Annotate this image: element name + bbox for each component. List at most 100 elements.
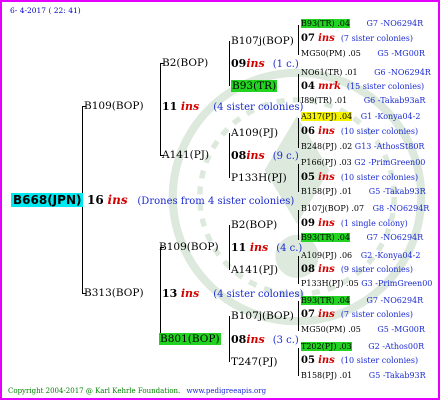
gen3-detail: 05 ins (10 sister colonies) <box>301 172 418 183</box>
gen4-name: B93(TR) .04 <box>301 233 350 242</box>
connector <box>229 41 230 86</box>
footer: Copyright 2004-2017 @ Karl Kehrle Founda… <box>8 387 266 395</box>
gen4-ref: G7 -NO6294R <box>366 233 424 242</box>
connector <box>229 316 230 362</box>
gen4-entry[interactable]: B107j(BOP) .07 G8 -NO6294R <box>301 204 429 213</box>
detail-ins: ins <box>318 264 335 275</box>
gen4-name: MG50(PM) .05 <box>301 49 361 58</box>
gen2-node[interactable]: B2(BOP) <box>162 57 208 69</box>
gen4-entry[interactable]: B158(PJ) .01 G5 -Takab93R <box>301 187 426 196</box>
gen2-info: 08ins (9 c.) <box>231 149 299 162</box>
gen4-ref: G5 -MG00R <box>377 325 425 334</box>
gen1-node[interactable]: B313(BOP) <box>84 287 144 299</box>
connector <box>160 247 161 339</box>
gen4-ref: G7 -NO6294R <box>366 296 424 305</box>
gen3-node[interactable]: B107j(BOP) <box>231 310 294 322</box>
gen2-num: 11 <box>231 241 247 254</box>
detail-note: (1 single colony) <box>340 219 408 228</box>
detail-num: 05 <box>301 355 315 366</box>
gen1-num: 13 <box>162 287 178 300</box>
gen4-name: P166(PJ) .03 <box>301 158 352 167</box>
gen2-note: (3 c.) <box>272 335 299 346</box>
gen4-entry[interactable]: T202(PJ) .03 G2 -Athos00R <box>301 342 424 351</box>
gen3-detail: 05 ins (10 sister colonies) <box>301 355 418 366</box>
detail-num: 07 <box>301 309 315 320</box>
gen3-note: (1 c.) <box>272 59 299 70</box>
gen3-node[interactable]: A141(PJ) <box>231 264 278 276</box>
gen4-name: B158(PJ) .01 <box>301 371 353 380</box>
gen4-name: B158(PJ) .01 <box>301 187 353 196</box>
gen4-ref: G5 -Takab93R <box>368 187 426 196</box>
gen4-name: B93(TR) .04 <box>301 296 350 305</box>
gen4-ref: G5 -Takab93R <box>368 371 426 380</box>
detail-num: 04 <box>301 81 315 92</box>
gen2-node[interactable]: B109(BOP) <box>159 241 219 253</box>
gen4-ref: G3 -PrimGreen00 <box>361 279 433 288</box>
gen3-node[interactable]: P133H(PJ) <box>231 172 287 184</box>
gen4-entry[interactable]: B158(PJ) .01 G5 -Takab93R <box>301 371 426 380</box>
gen3-detail: 08 ins (9 sister colonies) <box>301 264 413 275</box>
gen3-node[interactable]: B93(TR) <box>231 80 278 92</box>
gen3-num: 09 <box>231 57 247 70</box>
gen2-info: 11 ins (4 c.) <box>231 241 302 254</box>
detail-note: (7 sister colonies) <box>340 310 413 319</box>
gen4-entry[interactable]: A317(PJ) .04 G1 -Konya04-2 <box>301 112 420 121</box>
gen2-ins: ins <box>246 333 265 346</box>
connector <box>229 225 230 270</box>
gen1-info: 11 ins (4 sister colonies) <box>162 100 303 113</box>
gen4-name: NO61(TR) .01 <box>301 68 358 77</box>
root-queen[interactable]: B668(JPN) <box>11 193 84 207</box>
gen3-node[interactable]: B2(BOP) <box>231 219 277 231</box>
gen2-note: (4 c.) <box>276 243 303 254</box>
connector <box>160 63 161 155</box>
detail-ins: ins <box>318 172 335 183</box>
detail-num: 08 <box>301 264 315 275</box>
gen4-entry[interactable]: MG50(PM) .05 G5 -MG00R <box>301 49 425 58</box>
gen2-num: 08 <box>231 149 247 162</box>
gen3-node[interactable]: B107j(BOP) <box>231 35 294 47</box>
gen2-node[interactable]: B801(BOP) <box>159 333 221 345</box>
connector <box>298 164 299 192</box>
gen1-name: B313(BOP) <box>84 287 144 299</box>
gen4-entry[interactable]: B248(PJ) .02 G13 -AthosSt80R <box>301 142 424 151</box>
gen4-entry[interactable]: I89(TR) .01 G6 -Takab93aR <box>301 96 425 105</box>
gen4-ref: G6 -NO6294R <box>374 68 431 77</box>
gen4-ref: G1 -Konya04-2 <box>360 112 421 121</box>
gen1-info: 13 ins (4 sister colonies) <box>162 287 303 300</box>
connector <box>298 118 299 148</box>
detail-note: (15 sister colonies) <box>346 82 425 91</box>
gen4-ref: G6 -Takab93aR <box>363 96 426 105</box>
date-stamp: 6- 4-2017 ( 22: 41) <box>10 6 81 15</box>
gen1-node[interactable]: B109(BOP) <box>84 100 144 112</box>
detail-num: 07 <box>301 33 315 44</box>
connector <box>298 348 299 376</box>
pedigree-frame: 6- 4-2017 ( 22: 41) B668(JPN) 16 ins (Dr… <box>0 0 440 400</box>
connector <box>298 256 299 284</box>
gen4-entry[interactable]: B93(TR) .04 G7 -NO6294R <box>301 19 423 28</box>
gen4-name: P133H(PJ) .05 <box>301 279 359 288</box>
connector <box>298 210 299 240</box>
gen4-entry[interactable]: P166(PJ) .03 G2 -PrimGreen00 <box>301 158 425 167</box>
gen3-detail: 09 ins (1 single colony) <box>301 218 408 229</box>
detail-ins: ins <box>318 355 335 366</box>
gen4-name: B93(TR) .04 <box>301 19 350 28</box>
website-link[interactable]: www.pedigreeapis.org <box>187 387 267 395</box>
gen3-detail: 07 ins (7 sister colonies) <box>301 309 413 320</box>
detail-ins: ins <box>318 126 335 137</box>
gen4-ref: G2 -Athos00R <box>368 342 425 351</box>
gen4-entry[interactable]: B93(TR) .04 G7 -NO6294R <box>301 296 423 305</box>
detail-ins: mrk <box>318 81 341 92</box>
gen2-node[interactable]: A141(PJ) <box>162 149 209 161</box>
gen3-node[interactable]: T247(PJ) <box>231 356 278 368</box>
gen4-entry[interactable]: NO61(TR) .01 G6 -NO6294R <box>301 68 431 77</box>
gen4-entry[interactable]: A109(PJ) .06 G2 -Konya04-2 <box>301 251 420 260</box>
root-drones: (Drones from 4 sister colonies) <box>137 196 295 207</box>
detail-num: 09 <box>301 218 315 229</box>
gen3-node[interactable]: A109(PJ) <box>231 127 278 139</box>
connector <box>298 301 299 331</box>
detail-note: (10 sister colonies) <box>340 127 419 136</box>
gen4-entry[interactable]: P133H(PJ) .05 G3 -PrimGreen00 <box>301 279 432 288</box>
gen4-entry[interactable]: MG50(PM) .05 G5 -MG00R <box>301 325 425 334</box>
gen4-entry[interactable]: B93(TR) .04 G7 -NO6294R <box>301 233 423 242</box>
gen2-ins: ins <box>249 241 269 254</box>
